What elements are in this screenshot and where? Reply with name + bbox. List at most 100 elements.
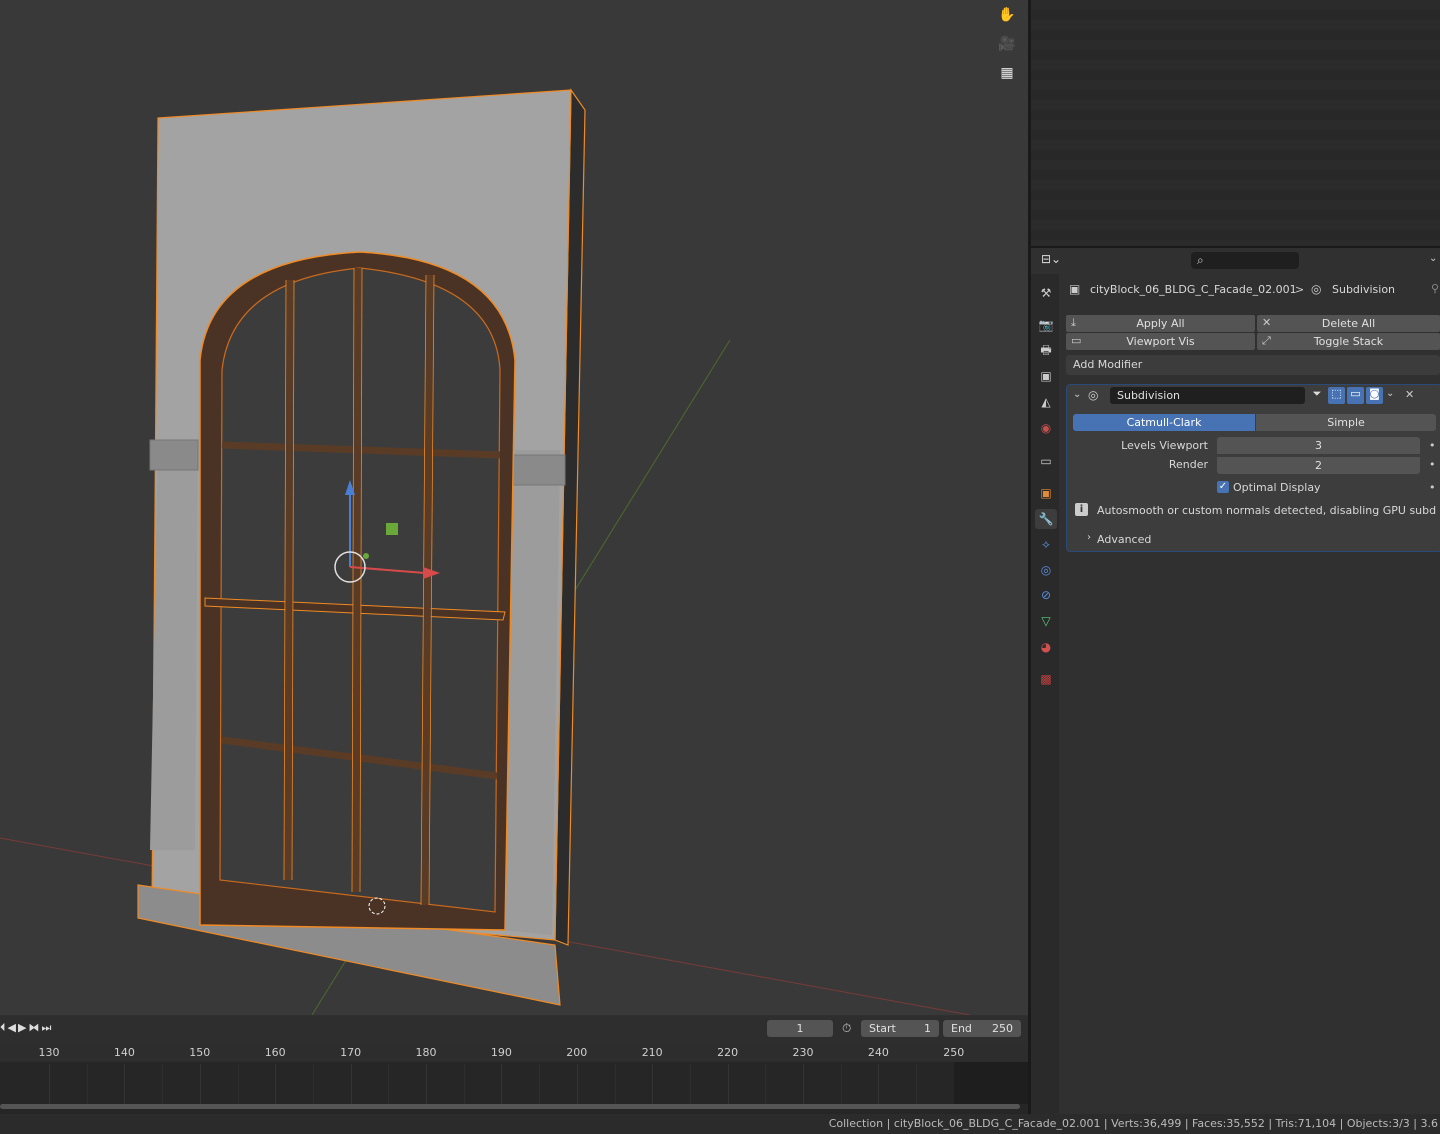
render-tab-icon[interactable]: 📷 xyxy=(1035,315,1057,335)
data-tab-icon[interactable]: ▽ xyxy=(1035,611,1057,631)
collapse-chevron-icon[interactable]: ⌄ xyxy=(1073,389,1081,400)
tab-simple[interactable]: Simple xyxy=(1256,414,1436,431)
chevron-right-icon[interactable]: › xyxy=(1087,532,1091,543)
scene-tab-icon[interactable]: ◭ xyxy=(1035,392,1057,412)
modifier-name-input[interactable]: Subdivision xyxy=(1110,387,1305,404)
search-input[interactable]: ⌕ xyxy=(1191,252,1299,269)
modifier-icon: ◎ xyxy=(1311,282,1322,296)
camera-icon[interactable]: 🎥 xyxy=(995,32,1019,56)
monitor-icon: ▭ xyxy=(1071,334,1082,347)
tab-catmull-clark[interactable]: Catmull-Clark xyxy=(1073,414,1255,431)
levels-viewport-field[interactable]: 3 xyxy=(1217,437,1420,454)
end-frame-field[interactable]: End 250 xyxy=(943,1020,1021,1037)
tick-subline xyxy=(539,1064,541,1104)
3d-viewport[interactable]: ✋ 🎥 ▦ xyxy=(0,0,1028,1015)
tick-label: 140 xyxy=(113,1046,135,1059)
grid-view-icon[interactable]: ▦ xyxy=(995,61,1019,85)
texture-tab-icon[interactable]: ▩ xyxy=(1035,669,1057,689)
timeline-header: ⏴◀▶⧓⏭ 1 ⏱ Start 1 End 250 xyxy=(0,1016,1028,1042)
tick-line xyxy=(275,1064,277,1104)
download-icon: ⤓ xyxy=(1071,316,1076,329)
editor-type-icon[interactable]: ⊟⌄ xyxy=(1041,252,1065,270)
keyframe-dot-icon[interactable]: • xyxy=(1429,458,1436,471)
outliner-area[interactable] xyxy=(1031,0,1440,246)
tick-line xyxy=(501,1064,503,1104)
keyframe-dot-icon[interactable]: • xyxy=(1429,481,1436,494)
collection-tab-icon[interactable]: ▭ xyxy=(1035,451,1057,471)
tick-label: 190 xyxy=(490,1046,512,1059)
output-tab-icon[interactable]: 🖶 xyxy=(1035,341,1057,361)
optimal-display-checkbox[interactable]: ✓ xyxy=(1217,481,1229,493)
chevron-down-icon[interactable]: ⌄ xyxy=(1429,253,1437,264)
delete-all-button[interactable]: ✕ Delete All xyxy=(1257,315,1440,332)
left-capital xyxy=(149,439,199,471)
jump-start-icon[interactable]: ⏴ xyxy=(0,1021,8,1034)
current-frame-field[interactable]: 1 xyxy=(767,1020,833,1037)
tick-subline xyxy=(765,1064,767,1104)
advanced-subpanel[interactable]: Advanced xyxy=(1097,533,1151,546)
start-frame-field[interactable]: Start 1 xyxy=(861,1020,939,1037)
play-icon[interactable]: ▶ xyxy=(18,1021,28,1034)
info-message: Autosmooth or custom normals detected, d… xyxy=(1097,504,1437,517)
tool-tab-icon[interactable]: ⚒ xyxy=(1035,283,1057,303)
levels-viewport-label: Levels Viewport xyxy=(1121,439,1208,452)
breadcrumb-modifier: Subdivision xyxy=(1332,283,1396,296)
tick-line xyxy=(350,1064,352,1104)
render-toggle-icon[interactable]: ◙ xyxy=(1366,387,1383,404)
hand-pan-icon[interactable]: ✋ xyxy=(995,3,1019,27)
tick-subline xyxy=(86,1064,88,1104)
remove-modifier-icon[interactable]: ✕ xyxy=(1405,388,1414,401)
search-icon: ⌕ xyxy=(1197,253,1204,267)
tick-subline xyxy=(840,1064,842,1104)
play-reverse-icon[interactable]: ◀ xyxy=(8,1021,18,1034)
tick-line xyxy=(803,1064,804,1104)
tick-subline xyxy=(463,1064,465,1104)
tick-line xyxy=(878,1064,880,1104)
world-tab-icon[interactable]: ◉ xyxy=(1035,418,1057,438)
view-layer-tab-icon[interactable]: ▣ xyxy=(1035,366,1057,386)
tick-label: 210 xyxy=(641,1046,663,1059)
subdivision-modifier-panel: ⌄ ◎ Subdivision ⏷ ⬚ ▭ ◙ ⌄ ✕ Catmull-Clar… xyxy=(1066,384,1440,552)
tick-subline xyxy=(237,1064,239,1104)
physics-tab-icon[interactable]: ◎ xyxy=(1035,560,1057,580)
viewport-scene xyxy=(0,88,971,1015)
jump-end-icon[interactable]: ⏭ xyxy=(41,1021,53,1034)
render-label: Render xyxy=(1168,458,1208,471)
tick-subline xyxy=(312,1064,314,1104)
next-keyframe-icon[interactable]: ⧓ xyxy=(28,1021,41,1034)
timeline-area[interactable]: 130 140 150 160 170 180 190 200 210 220 230 240 250 xyxy=(0,1042,1028,1114)
edit-mode-toggle-icon[interactable]: ⏷ xyxy=(1309,387,1325,404)
pin-icon[interactable]: ⚲ xyxy=(1431,282,1439,295)
playback-controls: ⏴◀▶⧓⏭ xyxy=(0,1021,53,1035)
tick-subline xyxy=(614,1064,616,1104)
properties-header: ⊟⌄ ⌕ ⌄ xyxy=(1031,248,1440,274)
viewport-toggle-icon[interactable]: ▭ xyxy=(1347,387,1364,404)
stopwatch-icon[interactable]: ⏱ xyxy=(842,1021,851,1036)
toggle-stack-button[interactable]: ⤢ Toggle Stack xyxy=(1257,333,1440,350)
tick-label: 250 xyxy=(943,1046,965,1059)
keyframe-dot-icon[interactable]: • xyxy=(1429,439,1436,452)
properties-main: ▣ cityBlock_06_BLDG_C_Facade_02.001 > ◎ … xyxy=(1059,274,1440,1114)
particles-tab-icon[interactable]: ⟡ xyxy=(1035,534,1057,554)
tick-line xyxy=(652,1064,654,1104)
dropdown-chevron-icon[interactable]: ⌄ xyxy=(1386,388,1394,399)
add-modifier-button[interactable]: Add Modifier xyxy=(1066,355,1440,375)
render-levels-field[interactable]: 2 xyxy=(1217,457,1420,474)
gizmo-plane-handle xyxy=(386,523,398,535)
object-tab-icon[interactable]: ▣ xyxy=(1035,483,1057,503)
optimal-display-label: Optimal Display xyxy=(1233,481,1321,494)
tick-label: 160 xyxy=(264,1046,286,1059)
modifier-tab-icon[interactable]: 🔧 xyxy=(1035,509,1057,529)
tick-label: 240 xyxy=(867,1046,889,1059)
out-of-range-region xyxy=(954,1062,1028,1104)
material-tab-icon[interactable]: ◕ xyxy=(1035,637,1057,657)
timeline-scrollbar[interactable] xyxy=(0,1104,1020,1109)
tick-label: 230 xyxy=(792,1046,814,1059)
cage-toggle-icon[interactable]: ⬚ xyxy=(1328,387,1345,404)
tick-line xyxy=(199,1064,201,1104)
constraints-tab-icon[interactable]: ⊘ xyxy=(1035,585,1057,605)
viewport-vis-button[interactable]: ▭ Viewport Vis xyxy=(1066,333,1255,350)
status-text: Collection | cityBlock_06_BLDG_C_Facade_… xyxy=(828,1117,1438,1130)
apply-all-button[interactable]: ⤓ Apply All xyxy=(1066,315,1255,332)
tick-subline xyxy=(916,1064,918,1104)
